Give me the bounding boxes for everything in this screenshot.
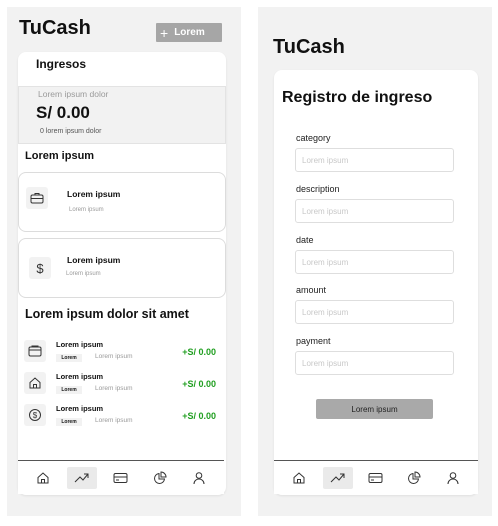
transaction-badge: Lorem (56, 418, 82, 426)
coin-icon: $ (24, 404, 46, 426)
home-icon (24, 372, 46, 394)
transaction-amount: +S/ 0.00 (182, 411, 216, 421)
amount-label: amount (296, 285, 327, 295)
submit-button[interactable]: Lorem ipsum (316, 399, 433, 419)
nav-chart-icon[interactable] (145, 467, 175, 489)
nav-trending-icon[interactable] (322, 466, 353, 489)
transaction-title: Lorem ipsum (56, 404, 104, 413)
description-input[interactable]: Lorem ipsum (295, 199, 454, 223)
transaction-title: Lorem ipsum (56, 372, 104, 381)
nav-user-icon[interactable] (438, 467, 468, 489)
wallet-icon (24, 340, 46, 362)
nav-home-icon[interactable] (284, 467, 314, 489)
category-card[interactable]: $ Lorem ipsum Lorem ipsum (18, 238, 226, 298)
transaction-subtitle: Lorem ipsum (95, 353, 133, 360)
category-subtitle: Lorem ipsum (69, 207, 104, 213)
plus-icon: + (160, 24, 169, 41)
balance-caption: Lorem ipsum dolor (38, 89, 109, 99)
bottom-nav (274, 460, 478, 494)
nav-chart-icon[interactable] (399, 467, 429, 489)
nav-card-icon[interactable] (106, 467, 136, 489)
dollar-icon: $ (29, 257, 51, 279)
date-input[interactable]: Lorem ipsum (295, 250, 454, 274)
transaction-row[interactable]: $ Lorem ipsum Lorem Lorem ipsum +S/ 0.00 (24, 403, 220, 427)
app-title: TuCash (19, 17, 91, 39)
transaction-badge: Lorem (56, 386, 82, 394)
nav-card-icon[interactable] (361, 467, 391, 489)
transaction-subtitle: Lorem ipsum (95, 417, 133, 424)
nav-user-icon[interactable] (184, 467, 214, 489)
category-label: category (296, 133, 331, 143)
form-title: Registro de ingreso (282, 89, 433, 106)
date-label: date (296, 235, 314, 245)
transactions-title: Lorem ipsum dolor sit amet (25, 307, 189, 321)
transaction-row[interactable]: Lorem ipsum Lorem Lorem ipsum +S/ 0.00 (24, 371, 220, 395)
transaction-title: Lorem ipsum (56, 340, 104, 349)
app-title: TuCash (273, 36, 345, 58)
balance-card: Lorem ipsum dolor S/ 0.00 0 lorem ipsum … (18, 86, 226, 144)
svg-text:$: $ (33, 411, 38, 420)
nav-home-icon[interactable] (28, 467, 58, 489)
add-button[interactable]: + Lorem (156, 23, 222, 42)
category-card[interactable]: Lorem ipsum Lorem ipsum (18, 172, 226, 232)
transaction-badge: Lorem (56, 354, 82, 362)
transaction-amount: +S/ 0.00 (182, 347, 216, 357)
transaction-row[interactable]: Lorem ipsum Lorem Lorem ipsum +S/ 0.00 (24, 339, 220, 363)
add-button-label: Lorem (174, 27, 205, 38)
category-title: Lorem ipsum (67, 189, 121, 199)
amount-input[interactable]: Lorem ipsum (295, 300, 454, 324)
description-label: description (296, 184, 340, 194)
transaction-subtitle: Lorem ipsum (95, 385, 133, 392)
nav-trending-icon[interactable] (67, 466, 98, 489)
payment-label: payment (296, 336, 331, 346)
category-title: Lorem ipsum (67, 255, 121, 265)
briefcase-icon (26, 187, 48, 209)
bottom-nav (18, 460, 224, 494)
category-subtitle: Lorem ipsum (66, 271, 101, 277)
balance-footnote: 0 lorem ipsum dolor (40, 128, 102, 135)
transaction-amount: +S/ 0.00 (182, 379, 216, 389)
section-title: Ingresos (36, 57, 87, 71)
balance-amount: S/ 0.00 (36, 103, 90, 122)
categories-title: Lorem ipsum (25, 150, 95, 162)
payment-input[interactable]: Lorem ipsum (295, 351, 454, 375)
category-input[interactable]: Lorem ipsum (295, 148, 454, 172)
